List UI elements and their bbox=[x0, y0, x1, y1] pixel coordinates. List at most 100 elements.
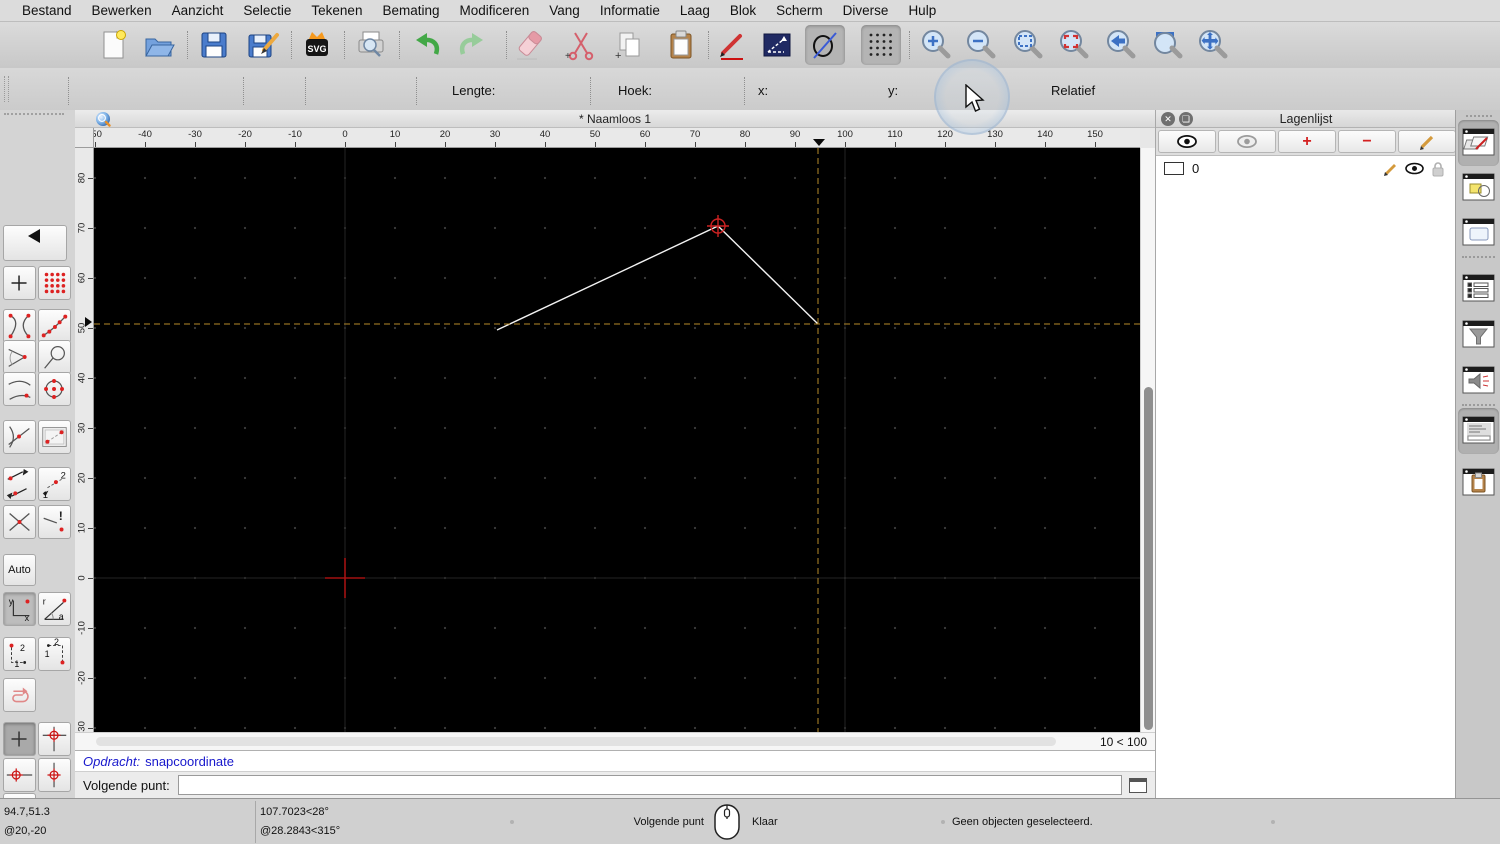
snap-endpoint-button[interactable] bbox=[3, 309, 36, 343]
back-button[interactable] bbox=[3, 225, 67, 261]
circle-line-toggle-icon[interactable] bbox=[805, 25, 845, 65]
zoom-redraw-icon[interactable] bbox=[1054, 25, 1094, 65]
command-prompt-label: Volgende punt: bbox=[83, 777, 170, 793]
vertical-scrollbar[interactable] bbox=[1140, 148, 1155, 732]
snap-middle-button[interactable] bbox=[3, 420, 36, 454]
save-as-icon[interactable] bbox=[242, 25, 282, 65]
zoom-window-icon[interactable] bbox=[1148, 25, 1188, 65]
menu-diverse[interactable]: Diverse bbox=[833, 3, 899, 18]
menu-bestand[interactable]: Bestand bbox=[12, 3, 82, 18]
snap-intersection-manual-button[interactable]: ! bbox=[38, 505, 71, 539]
hide-all-layers-button[interactable] bbox=[1218, 130, 1276, 153]
redo-icon[interactable] bbox=[452, 25, 492, 65]
menu-laag[interactable]: Laag bbox=[670, 3, 720, 18]
menu-informatie[interactable]: Informatie bbox=[590, 3, 670, 18]
save-icon[interactable] bbox=[194, 25, 234, 65]
restrict-horizontal-button[interactable] bbox=[3, 758, 36, 792]
zoom-previous-icon[interactable] bbox=[1101, 25, 1141, 65]
panel-library-icon[interactable] bbox=[1461, 214, 1497, 252]
h-ruler-label: -30 bbox=[188, 129, 202, 140]
snap-divide-button[interactable] bbox=[3, 467, 36, 501]
add-layer-button[interactable]: + bbox=[1278, 130, 1336, 153]
order-1-2-button[interactable]: 12 bbox=[3, 637, 36, 671]
snap-center-button[interactable] bbox=[38, 372, 71, 406]
zoom-in-icon[interactable] bbox=[916, 25, 956, 65]
snap-intersection-button[interactable] bbox=[3, 505, 36, 539]
open-file-icon[interactable] bbox=[139, 25, 179, 65]
menu-vang[interactable]: Vang bbox=[539, 3, 590, 18]
layer-row[interactable]: 0 bbox=[1156, 158, 1456, 179]
hoek-label: Hoek: bbox=[618, 83, 652, 98]
snap-distance-button[interactable] bbox=[3, 372, 36, 406]
visible-eye-icon[interactable] bbox=[1405, 162, 1424, 175]
menu-bemating[interactable]: Bemating bbox=[372, 3, 449, 18]
snap-tangent-button[interactable] bbox=[38, 340, 71, 374]
print-preview-icon[interactable] bbox=[351, 25, 391, 65]
panel-blocks-icon[interactable] bbox=[1461, 169, 1497, 207]
snap-auto-button[interactable]: Auto bbox=[3, 554, 36, 586]
restrict-nothing-button[interactable] bbox=[3, 722, 36, 756]
command-detach-icon[interactable] bbox=[1129, 777, 1147, 793]
restrict-vertical-button[interactable] bbox=[38, 758, 71, 792]
edit-pencil-icon[interactable] bbox=[1383, 161, 1399, 177]
snap-perpendicular-button[interactable] bbox=[3, 340, 36, 374]
vertical-ruler: 80 70 60 50 40 30 20 10 0 -10 -20 -30 bbox=[75, 148, 94, 732]
menu-blok[interactable]: Blok bbox=[720, 3, 766, 18]
horizontal-scrollbar[interactable]: 10 < 100 bbox=[75, 732, 1155, 750]
lock-icon[interactable] bbox=[1430, 161, 1446, 177]
dock-strip bbox=[1455, 110, 1500, 798]
menu-scherm[interactable]: Scherm bbox=[766, 3, 833, 18]
drawing-canvas[interactable] bbox=[94, 148, 1140, 732]
order-2-1-button[interactable]: 12 bbox=[38, 637, 71, 671]
v-ruler-label: -30 bbox=[76, 721, 88, 732]
command-input[interactable] bbox=[177, 775, 1122, 795]
menu-aanzicht[interactable]: Aanzicht bbox=[162, 3, 234, 18]
menu-selectie[interactable]: Selectie bbox=[233, 3, 301, 18]
menu-hulp[interactable]: Hulp bbox=[898, 3, 946, 18]
status-bar: 94.7,51.3 @20,-20 107.7023<28° @28.2843<… bbox=[0, 798, 1500, 844]
grid-toggle-icon[interactable] bbox=[861, 25, 901, 65]
panel-layers-icon[interactable] bbox=[1461, 124, 1497, 162]
pen-attributes-icon[interactable] bbox=[757, 25, 797, 65]
vertical-scrollbar-thumb[interactable] bbox=[1144, 387, 1153, 730]
coord-polar-button[interactable]: ra bbox=[38, 592, 71, 626]
edit-layer-button[interactable] bbox=[1398, 130, 1456, 153]
snap-box-button[interactable] bbox=[38, 420, 71, 454]
paste-icon[interactable] bbox=[661, 25, 701, 65]
draw-pen-icon[interactable] bbox=[713, 25, 753, 65]
undo-icon[interactable] bbox=[407, 25, 447, 65]
coord-cartesian-button[interactable]: yx bbox=[3, 592, 36, 626]
panel-notes-icon[interactable] bbox=[1461, 362, 1497, 400]
horizontal-scrollbar-thumb[interactable] bbox=[96, 737, 1056, 746]
snap-free-button[interactable] bbox=[3, 266, 36, 300]
cut-icon[interactable]: + bbox=[561, 25, 601, 65]
h-ruler-label: 30 bbox=[489, 129, 501, 140]
svg-export-icon[interactable]: SVG bbox=[297, 25, 337, 65]
mouse-icon bbox=[714, 804, 740, 840]
menu-tekenen[interactable]: Tekenen bbox=[301, 3, 372, 18]
zoom-pan-icon[interactable] bbox=[1193, 25, 1233, 65]
zoom-auto-icon[interactable] bbox=[1008, 25, 1048, 65]
menu-modificeren[interactable]: Modificeren bbox=[450, 3, 540, 18]
snap-sequence-1-2-button[interactable]: 12 bbox=[38, 467, 71, 501]
remove-layer-button[interactable]: − bbox=[1338, 130, 1396, 153]
relatief-label: Relatief bbox=[1051, 83, 1096, 98]
snap-grid-button[interactable] bbox=[38, 266, 71, 300]
new-document-icon[interactable] bbox=[93, 25, 133, 65]
panel-entity-list-icon[interactable] bbox=[1461, 270, 1497, 308]
panel-clipboard-icon[interactable] bbox=[1461, 464, 1497, 502]
layer-panel-header: ✕ ❏ Lagenlijst bbox=[1156, 110, 1456, 128]
menu-bewerken[interactable]: Bewerken bbox=[82, 3, 162, 18]
restrict-orthogonal-button[interactable] bbox=[38, 722, 71, 756]
h-ruler-label: 80 bbox=[739, 129, 751, 140]
relative-spiral-button[interactable] bbox=[3, 678, 36, 712]
show-all-layers-button[interactable] bbox=[1158, 130, 1216, 153]
panel-filter-icon[interactable] bbox=[1461, 316, 1497, 354]
h-ruler-label: -50 bbox=[94, 129, 102, 140]
panel-command-icon[interactable] bbox=[1461, 412, 1497, 450]
delete-eraser-icon[interactable] bbox=[509, 25, 549, 65]
lengte-label: Lengte: bbox=[452, 83, 496, 98]
copy-icon[interactable]: + bbox=[610, 25, 650, 65]
snap-on-entity-button[interactable] bbox=[38, 309, 71, 343]
h-ruler-label: 110 bbox=[887, 129, 903, 140]
